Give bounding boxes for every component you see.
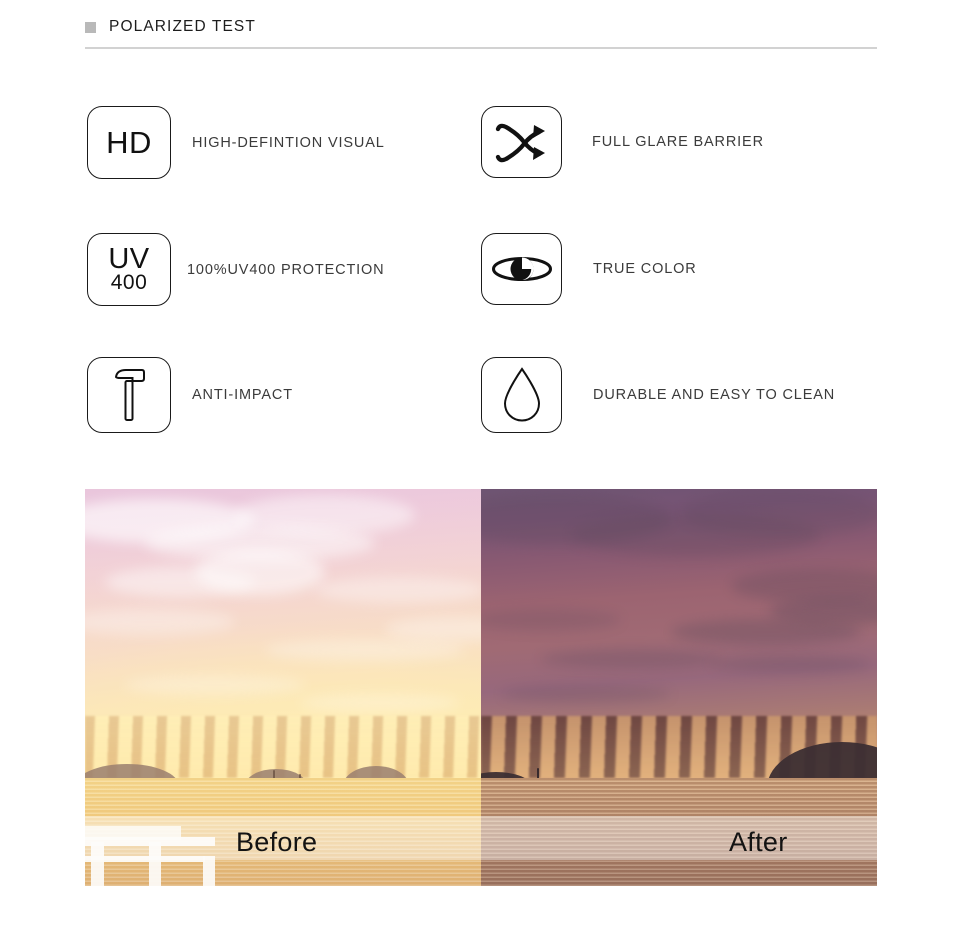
feature-item-truecolor: TRUE COLOR [481,233,697,305]
eye-icon [481,233,562,305]
section-header: POLARIZED TEST [85,16,877,50]
before-after-comparison-image: Before After [85,489,877,886]
feature-item-antiimpact: ANTI-IMPACT [87,357,293,433]
square-marker-icon [85,21,96,33]
hd-glyph: HD [106,125,152,160]
feature-label-hd: HIGH-DEFINTION VISUAL [192,134,385,151]
uv400-text-icon: UV 400 [87,233,171,306]
header-divider [85,47,877,49]
after-label: After [729,827,788,857]
feature-label-durable: DURABLE AND EASY TO CLEAN [593,387,836,403]
label-strip-after [481,816,877,860]
hd-text-icon: HD [87,106,171,179]
hammer-icon [87,357,171,433]
feature-item-uv400: UV 400 100%UV400 PROTECTION [87,233,385,306]
feature-label-antiimpact: ANTI-IMPACT [192,387,293,403]
water-drop-icon [481,357,562,433]
comparison-half-after: After [481,489,877,886]
before-label: Before [236,827,318,857]
uv-400-glyph: 400 [110,271,148,295]
page-title: POLARIZED TEST [109,18,256,35]
feature-label-glare: FULL GLARE BARRIER [592,134,764,150]
feature-item-hd: HD HIGH-DEFINTION VISUAL [87,106,385,179]
comparison-half-before: Before [85,489,481,886]
feature-item-glare: FULL GLARE BARRIER [481,106,764,178]
feature-item-durable: DURABLE AND EASY TO CLEAN [481,357,835,433]
feature-grid: HD HIGH-DEFINTION VISUAL FULL GLARE BARR… [0,92,960,467]
uv-glyph: UV [108,243,150,276]
feature-label-truecolor: TRUE COLOR [593,261,697,277]
polarized-test-page: POLARIZED TEST HD HIGH-DEFINTION VISUAL … [0,0,960,932]
feature-label-uv400: 100%UV400 PROTECTION [187,261,385,278]
crossing-arrows-icon [481,106,562,178]
